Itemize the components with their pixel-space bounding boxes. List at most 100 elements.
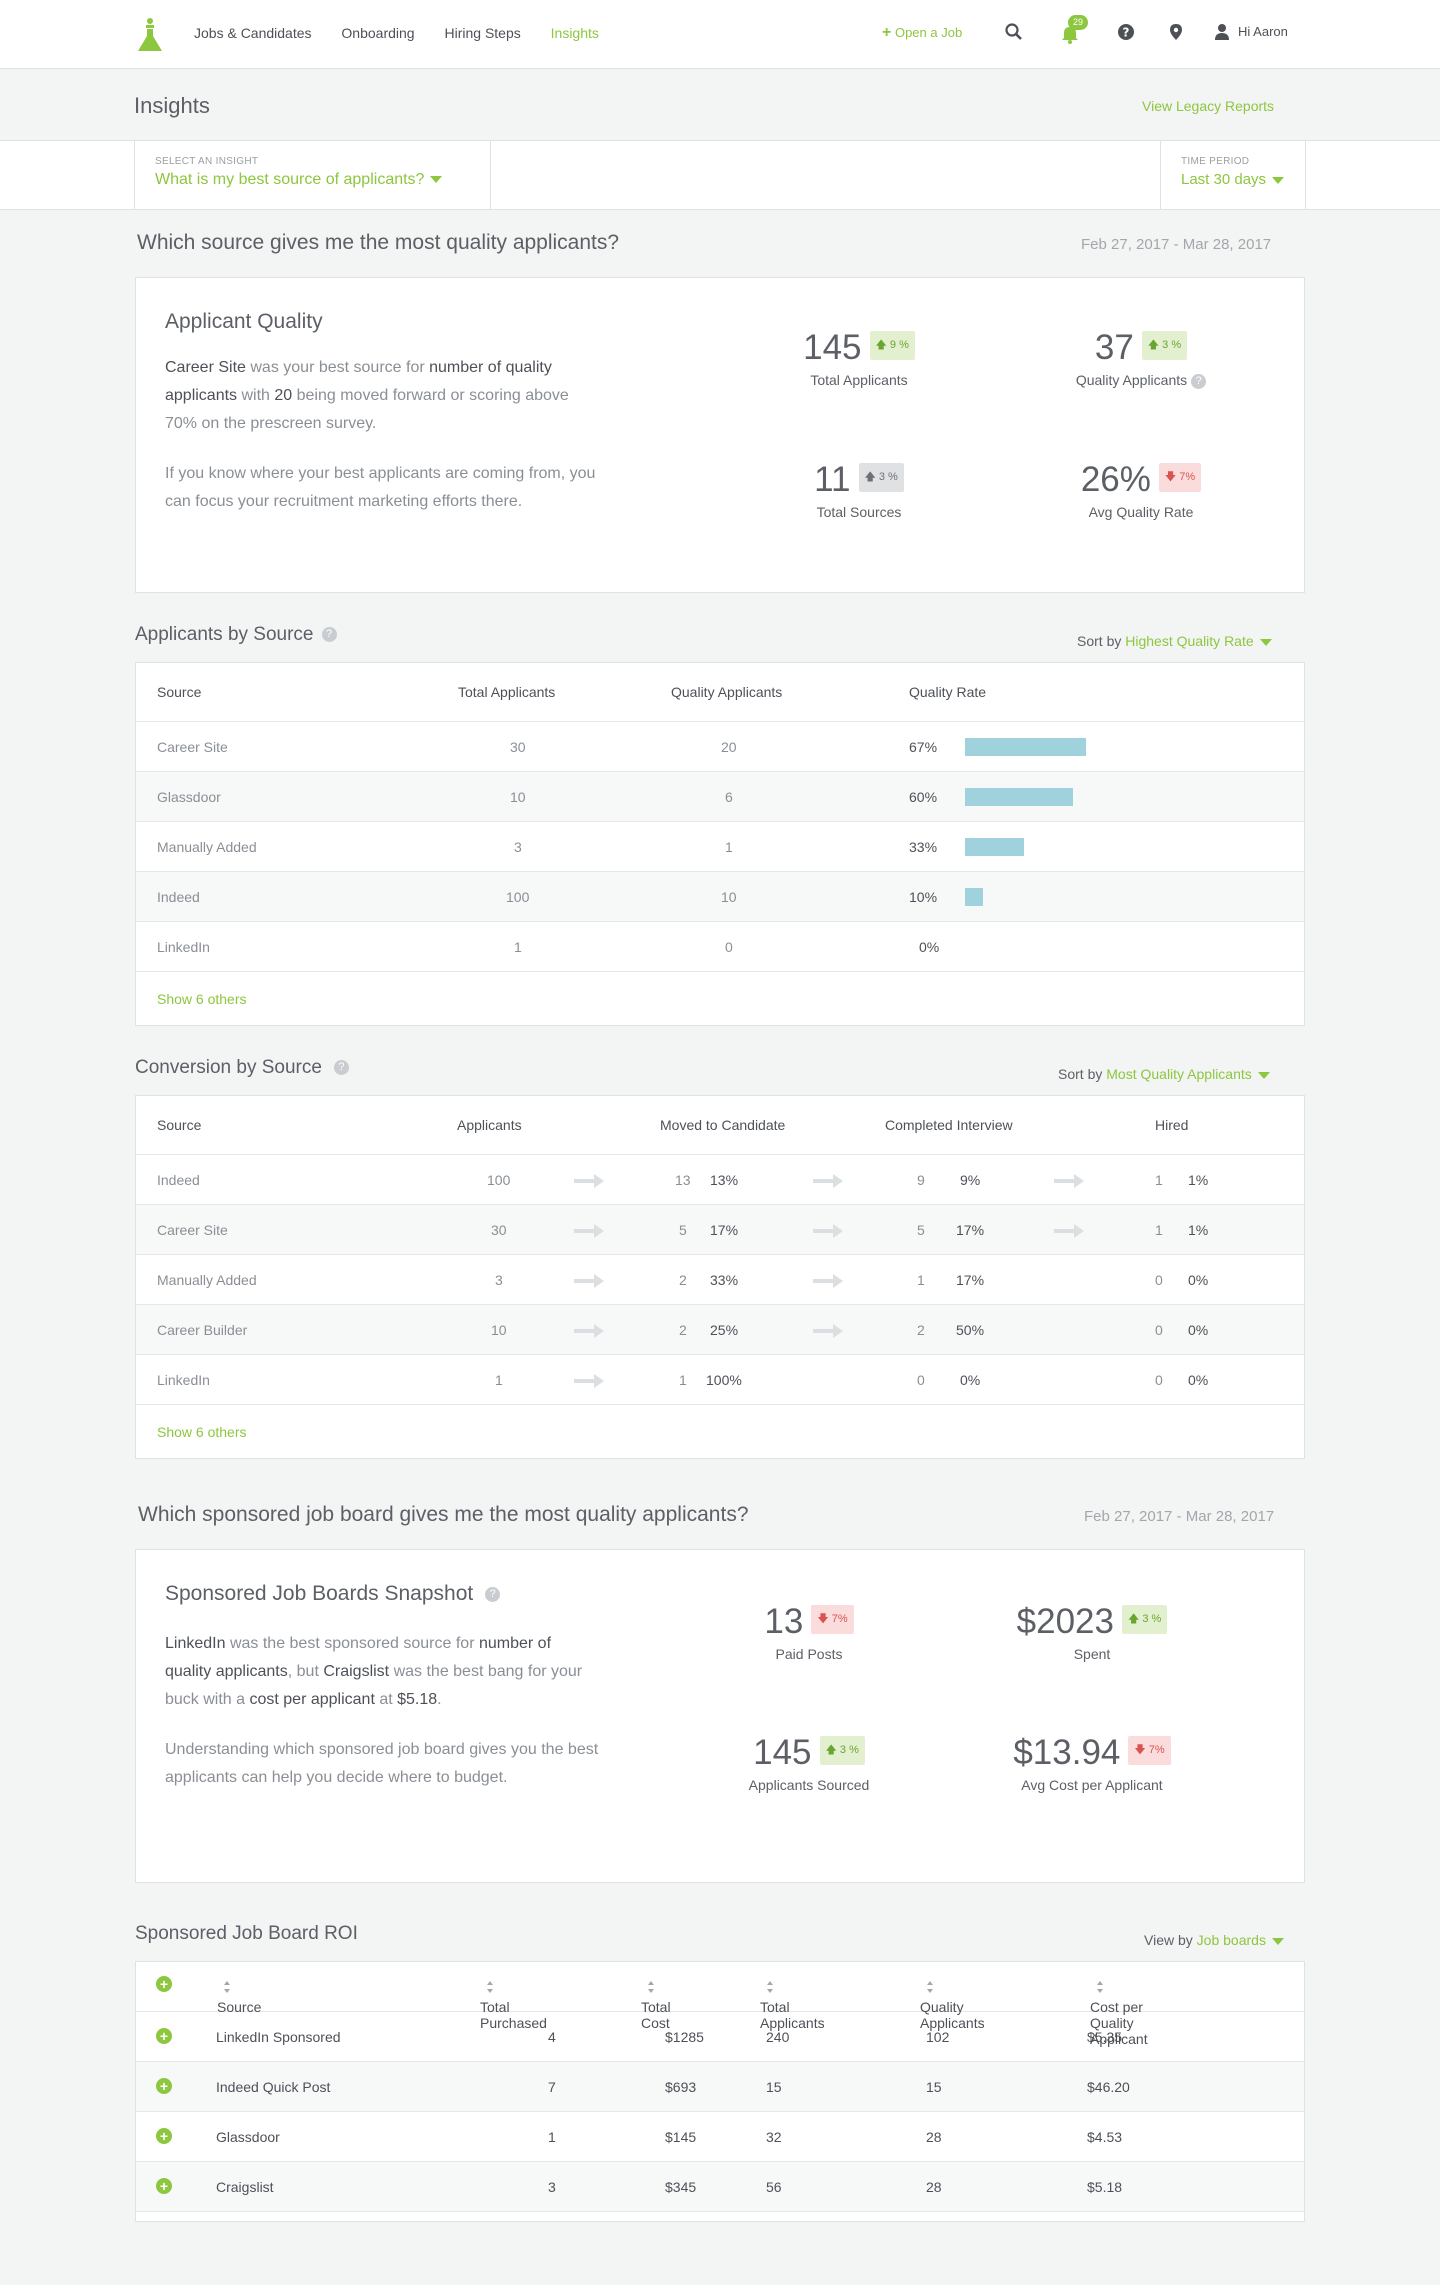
- table-row[interactable]: LinkedIn 1 0 0%: [136, 922, 1304, 972]
- col-source: Source: [157, 1117, 202, 1133]
- col-source[interactable]: Source: [217, 1978, 261, 2015]
- stat-label: Applicants Sourced: [748, 1777, 870, 1793]
- sort-by-control[interactable]: Sort by Highest Quality Rate: [1077, 633, 1272, 649]
- table-row[interactable]: Manually Added 3 2 33% 1 17% 0 0%: [136, 1255, 1304, 1305]
- expand-row-icon[interactable]: +: [156, 2178, 172, 2194]
- hired-count-cell: 1: [1155, 1222, 1163, 1238]
- user-greeting[interactable]: Hi Aaron: [1238, 24, 1288, 39]
- table-row[interactable]: Indeed 100 10 10%: [136, 872, 1304, 922]
- table-row[interactable]: Indeed 100 13 13% 9 9% 1 1%: [136, 1155, 1304, 1205]
- interview-pct-cell: 9%: [960, 1172, 981, 1188]
- nav-jobs-candidates[interactable]: Jobs & Candidates: [194, 25, 312, 41]
- card-title: Applicant Quality: [165, 310, 323, 333]
- help-icon[interactable]: ?: [485, 1586, 501, 1602]
- nav-insights[interactable]: Insights: [551, 25, 599, 41]
- table-row[interactable]: Career Builder 10 2 25% 2 50% 0 0%: [136, 1305, 1304, 1355]
- applicants-cell: 30: [491, 1222, 507, 1238]
- stat-label: Total Sources: [816, 504, 902, 520]
- interview-count-cell: 0: [917, 1372, 925, 1388]
- table-row[interactable]: LinkedIn 1 1 100% 0 0% 0 0%: [136, 1355, 1304, 1405]
- delta-badge: 🡅 9 %: [869, 330, 915, 360]
- quality-rate-bar: [965, 738, 1086, 756]
- show-more-link[interactable]: Show 6 others: [157, 991, 247, 1007]
- table-row[interactable]: + Glassdoor 1 $145 32 28 $4.53: [136, 2112, 1304, 2162]
- help-icon[interactable]: ?: [1191, 373, 1207, 389]
- nav-onboarding[interactable]: Onboarding: [341, 25, 414, 41]
- sort-icon: [767, 1981, 773, 1994]
- quality-applicants-cell: 20: [721, 739, 737, 755]
- applicants-cell: 240: [766, 2029, 790, 2045]
- insight-select[interactable]: SELECT AN INSIGHT What is my best source…: [134, 141, 490, 209]
- help-icon[interactable]: ?: [333, 1060, 349, 1076]
- quality-rate-bar: [965, 788, 1073, 806]
- col-total-applicants[interactable]: Total Applicants: [760, 1978, 825, 2031]
- expand-row-icon[interactable]: +: [156, 2128, 172, 2144]
- applicant-quality-card: Applicant Quality Career Site was your b…: [135, 277, 1305, 593]
- card-title: Sponsored Job Boards Snapshot?: [165, 1582, 501, 1606]
- flask-logo-icon[interactable]: [135, 16, 165, 54]
- arrow-right-icon: [574, 1274, 604, 1288]
- quality-rate-bar: [965, 838, 1024, 856]
- delta-text: 3 %: [1162, 338, 1182, 351]
- col-total-purchased[interactable]: Total Purchased: [480, 1978, 547, 2031]
- open-job-button[interactable]: + Open a Job: [882, 24, 962, 42]
- quality-rate-cell: 60%: [909, 789, 938, 805]
- expand-row-icon[interactable]: +: [156, 2078, 172, 2094]
- quality-applicants-cell: 10: [721, 889, 737, 905]
- moved-count-cell: 1: [679, 1372, 687, 1388]
- stat-label: Total Applicants: [810, 372, 908, 388]
- sort-value: Most Quality Applicants: [1106, 1066, 1252, 1082]
- table-row[interactable]: Career Site 30 20 67%: [136, 722, 1304, 772]
- help-icon[interactable]: ?: [1116, 22, 1136, 42]
- open-job-label: Open a Job: [894, 25, 963, 40]
- time-period-text: Last 30 days: [1181, 171, 1267, 188]
- view-label: View by: [1144, 1932, 1193, 1948]
- applicants-cell: 1: [495, 1372, 503, 1388]
- quality-rate-bar: [965, 888, 983, 906]
- table-row[interactable]: + Indeed Quick Post 7 $693 15 15 $46.20: [136, 2062, 1304, 2112]
- source-cell: Manually Added: [157, 839, 257, 855]
- expand-row-icon[interactable]: +: [156, 2028, 172, 2044]
- hired-pct-cell: 0%: [1188, 1322, 1209, 1338]
- total-applicants-cell: 30: [510, 739, 526, 755]
- stat-label: Spent: [1073, 1646, 1111, 1662]
- legacy-reports-link[interactable]: View Legacy Reports: [1142, 98, 1274, 114]
- table-row[interactable]: + LinkedIn Sponsored 4 $1285 240 102 $5.35: [136, 2012, 1304, 2062]
- source-cell: Indeed: [157, 1172, 200, 1188]
- col-quality-applicants[interactable]: Quality Applicants: [920, 1978, 985, 2031]
- col-total-cost[interactable]: Total Cost: [641, 1978, 671, 2031]
- delta-text: 7%: [1148, 1743, 1165, 1756]
- nav-hiring-steps[interactable]: Hiring Steps: [444, 25, 520, 41]
- view-by-control[interactable]: View by Job boards: [1144, 1932, 1284, 1948]
- table-row[interactable]: Manually Added 3 1 33%: [136, 822, 1304, 872]
- col-quality-applicants: Quality Applicants: [671, 684, 783, 700]
- hired-count-cell: 0: [1155, 1322, 1163, 1338]
- arrow-right-icon: [1054, 1224, 1084, 1238]
- table-row[interactable]: Glassdoor 10 6 60%: [136, 772, 1304, 822]
- delta-badge: 🡅 3 %: [858, 462, 904, 492]
- time-period-select[interactable]: TIME PERIOD Last 30 days: [1160, 141, 1306, 209]
- table-row[interactable]: Career Site 30 5 17% 5 17% 1 1%: [136, 1205, 1304, 1255]
- total-applicants-cell: 3: [514, 839, 522, 855]
- quality-rate-cell: 0%: [919, 939, 940, 955]
- insight-select-label: SELECT AN INSIGHT: [155, 156, 259, 167]
- col-cost-per-quality[interactable]: Cost per Quality Applicant: [1090, 1978, 1148, 2047]
- moved-pct-cell: 100%: [706, 1372, 742, 1388]
- stat-avg-quality-rate: 26% 🡇 7% Avg Quality Rate: [1041, 460, 1241, 520]
- source-cell: LinkedIn: [157, 1372, 210, 1388]
- help-icon[interactable]: ?: [321, 627, 337, 643]
- table-header: Source Total Applicants Quality Applican…: [136, 663, 1304, 722]
- applicants-cell: 32: [766, 2129, 782, 2145]
- stat-spent: $2023 🡅 3 % Spent: [992, 1602, 1192, 1662]
- user-icon[interactable]: [1212, 22, 1232, 42]
- search-icon[interactable]: [1004, 22, 1024, 42]
- table-row[interactable]: + Craigslist 3 $345 56 28 $5.18: [136, 2162, 1304, 2212]
- sort-label: Sort by: [1058, 1066, 1103, 1082]
- cost-cell: $145: [665, 2129, 697, 2145]
- location-pin-icon[interactable]: [1166, 22, 1186, 42]
- sort-by-control[interactable]: Sort by Most Quality Applicants: [1058, 1066, 1270, 1082]
- add-all-icon[interactable]: +: [156, 1976, 172, 1992]
- chevron-down-icon: [1272, 176, 1285, 184]
- show-more-link[interactable]: Show 6 others: [157, 1424, 247, 1440]
- arrow-right-icon: [574, 1224, 604, 1238]
